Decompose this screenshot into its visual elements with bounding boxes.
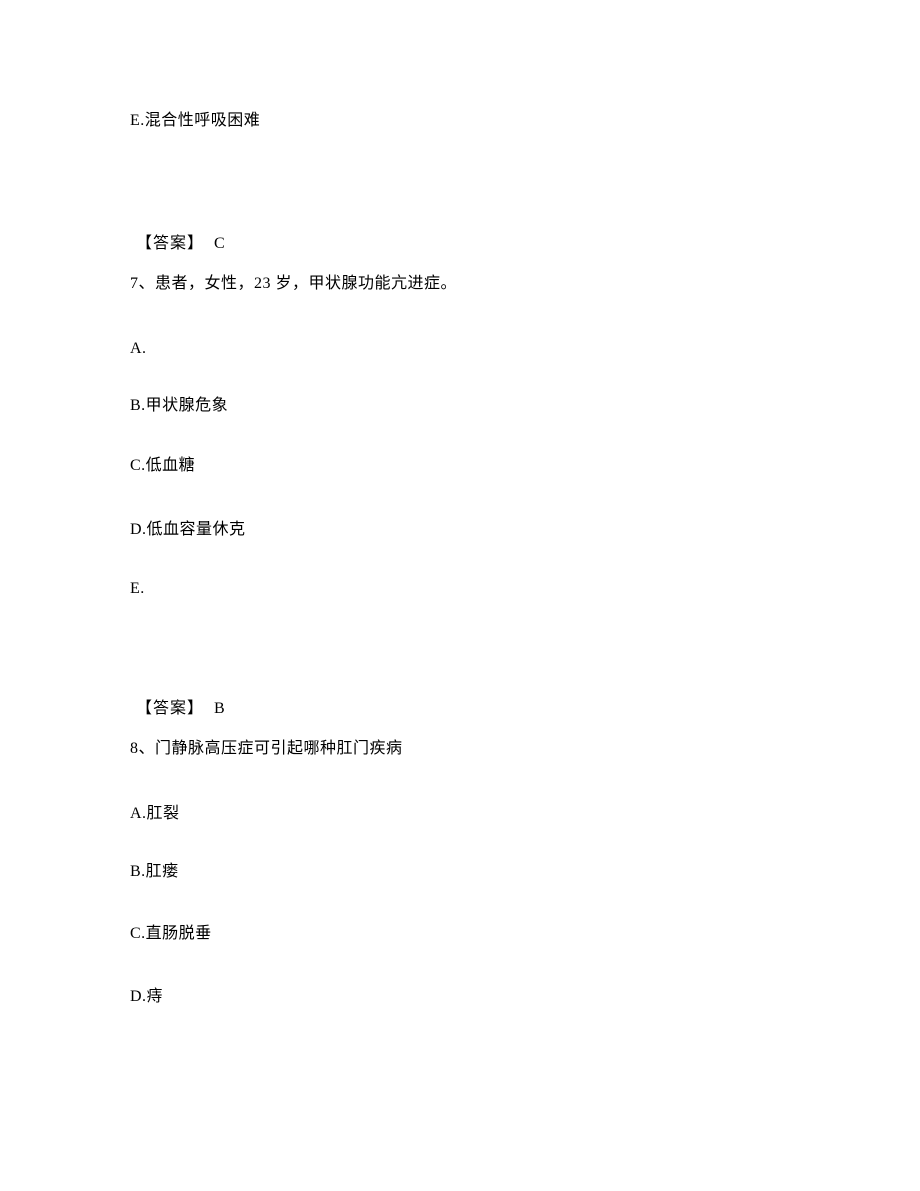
answer-line-6: 【答案】 C [130, 233, 790, 255]
question-8-stem: 8、门静脉高压症可引起哪种肛门疾病 [130, 738, 790, 760]
question-7-option-c: C.低血糖 [130, 455, 790, 477]
answer-value: B [214, 700, 226, 717]
answer-value: C [214, 235, 226, 252]
question-7-stem: 7、患者，女性，23 岁，甲状腺功能亢进症。 [130, 273, 790, 295]
question-8-option-d: D.痔 [130, 986, 790, 1008]
question-8-option-c: C.直肠脱垂 [130, 923, 790, 945]
question-7-option-d: D.低血容量休克 [130, 519, 790, 541]
question-7-option-a: A. [130, 338, 790, 360]
question-7-option-e: E. [130, 578, 790, 600]
question-8-option-a: A.肛裂 [130, 803, 790, 825]
question-8-option-b: B.肛瘘 [130, 861, 790, 883]
answer-label: 【答案】 [136, 235, 204, 252]
question-7-option-b: B.甲状腺危象 [130, 395, 790, 417]
answer-label: 【答案】 [136, 700, 204, 717]
page: E.混合性呼吸困难 【答案】 C 7、患者，女性，23 岁，甲状腺功能亢进症。 … [0, 0, 920, 1191]
prev-question-option-e: E.混合性呼吸困难 [130, 110, 790, 132]
answer-line-7: 【答案】 B [130, 698, 790, 720]
